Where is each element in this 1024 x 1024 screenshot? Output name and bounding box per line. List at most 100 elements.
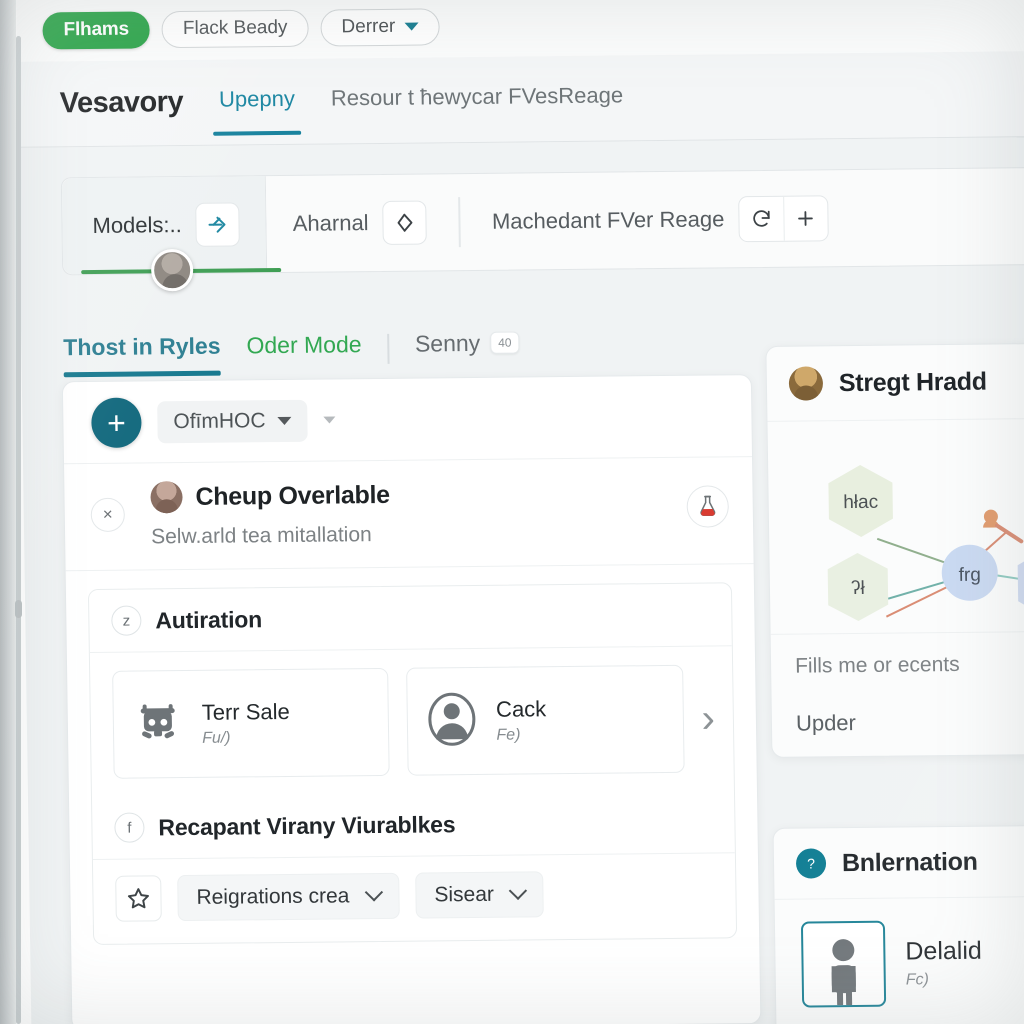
nav-tab-label: Upepny xyxy=(218,85,296,112)
section-badge: z xyxy=(111,605,142,636)
add-button[interactable]: + xyxy=(91,396,142,448)
nav-tab-upepny[interactable]: Upepny xyxy=(219,85,295,118)
segment-aharnal[interactable]: Aharnal xyxy=(266,174,453,272)
tab-label: Thost in Ryles xyxy=(63,332,221,360)
section-header-autiration: z Autiration xyxy=(88,583,732,654)
app-window: Flhams Flack Beady Derrer Vesavory Upepn… xyxy=(0,0,1024,1024)
person-portrait-icon xyxy=(426,690,479,752)
page-title: Vesavory xyxy=(59,86,184,120)
panel-caption: Fills me or ecents xyxy=(770,630,1024,695)
tile-terr-sale[interactable]: Terr Sale Fu/) xyxy=(112,667,391,779)
tile-cack[interactable]: Cack Fe) xyxy=(406,664,685,776)
segmented-toolbar: Models:.. Aharnal Machedant FVer Reage xyxy=(60,166,1024,292)
nav-tab-label: Resour t ħewycar FVesReage xyxy=(330,81,624,110)
panel-title: Bnlernation xyxy=(841,847,978,877)
person-text: Delalid Fc) xyxy=(905,937,982,990)
svg-text:hłac: hłac xyxy=(843,492,878,513)
scrollbar-track[interactable] xyxy=(16,36,21,1024)
dropdown-label: Sisear xyxy=(434,882,495,907)
tile-text: Cack Fe) xyxy=(496,696,547,745)
refresh-icon[interactable] xyxy=(739,197,784,241)
toolbar-split-buttons xyxy=(738,195,829,243)
tab-label: Senny xyxy=(414,329,481,357)
model-select[interactable]: OfīmHOC xyxy=(157,399,308,443)
conversation-subtitle: Selw.arld tea mitallation xyxy=(150,523,372,549)
tab-divider xyxy=(387,333,390,364)
chevron-down-icon xyxy=(364,882,384,902)
primary-nav: Vesavory Upepny Resour t ħewycar FVesRea… xyxy=(17,50,1024,148)
dropdown-reigrations[interactable]: Reigrations crea xyxy=(177,872,400,922)
tab-label: Oder Mode xyxy=(246,330,362,358)
person-standing-icon xyxy=(800,920,887,1008)
right-panel-bnlernation: ? Bnlernation Delalid Fc) xyxy=(772,824,1024,1024)
tile-title: Terr Sale xyxy=(201,698,290,725)
toolbar-divider xyxy=(458,197,461,248)
conversation-title: Cheup Overlable xyxy=(195,480,390,511)
tile-row: Terr Sale Fu/) Cack Fe) › xyxy=(90,646,734,797)
chip-derrer[interactable]: Derrer xyxy=(320,7,440,47)
person-title: Delalid xyxy=(905,936,983,966)
segment-machedant[interactable]: Machedant FVer Reage xyxy=(465,170,855,270)
right-panel-stregt-hradd: Stregt Hradd hłac ʔł frɡ Fills me or ece… xyxy=(765,342,1024,758)
card-toolbar: + OfīmHOC xyxy=(62,375,753,465)
person-subtitle: Fc) xyxy=(905,971,930,989)
screenshot-stage: Flhams Flack Beady Derrer Vesavory Upepn… xyxy=(0,0,1024,1024)
avatar xyxy=(788,366,824,401)
model-select-value: OfīmHOC xyxy=(173,408,266,433)
flask-icon[interactable] xyxy=(686,485,730,528)
tile-title: Cack xyxy=(495,696,547,722)
robot-icon xyxy=(132,699,185,751)
details-panel: z Autiration Terr Sale Fu/) Cack Fe) › f… xyxy=(87,582,738,946)
person-item[interactable]: Delalid Fc) xyxy=(800,919,1024,1008)
tile-text: Terr Sale Fu/) xyxy=(202,699,291,748)
chip-flack-beady[interactable]: Flack Beady xyxy=(161,9,309,48)
nav-tab-resource[interactable]: Resour t ħewycar FVesReage xyxy=(331,82,624,117)
panel-header: ? Bnlernation xyxy=(773,825,1024,900)
chevron-down-icon xyxy=(404,22,419,31)
tile-subtitle: Fu/) xyxy=(201,729,231,747)
chevron-down-icon xyxy=(277,416,292,425)
plus-icon[interactable] xyxy=(783,196,828,241)
panel-caption-secondary: Upder xyxy=(795,710,857,736)
chevron-down-icon[interactable] xyxy=(323,416,336,424)
dropdown-label: Reigrations crea xyxy=(196,884,350,909)
avatar[interactable] xyxy=(150,248,194,292)
scrollbar-thumb[interactable] xyxy=(15,600,22,618)
window-left-edge xyxy=(0,0,16,1024)
chevron-down-icon xyxy=(509,881,528,900)
svg-text:frɡ: frɡ xyxy=(959,565,981,586)
dropdown-sisear[interactable]: Sisear xyxy=(415,871,545,919)
node-graph[interactable]: hłac ʔł frɡ сиам xyxy=(767,419,1024,634)
panel-header: Stregt Hradd xyxy=(766,343,1024,422)
share-arrow-icon[interactable] xyxy=(382,200,427,245)
section-header-variables: f Recapant Virany Viurablkes xyxy=(91,790,735,861)
segment-label: Aharnal xyxy=(292,210,369,236)
section-title: Autiration xyxy=(155,605,263,633)
tab-senny[interactable]: Senny 40 xyxy=(415,329,520,367)
star-icon[interactable] xyxy=(115,875,162,922)
segment-label: Models:.. xyxy=(92,212,182,238)
chip-flhams[interactable]: Flhams xyxy=(42,10,151,49)
conversation-title-line: Cheup Overlable xyxy=(150,475,726,514)
close-glyph: × xyxy=(102,504,113,524)
secondary-tabs: Thost in Ryles Oder Mode Senny 40 xyxy=(63,318,764,379)
chip-label: Flack Beady xyxy=(182,16,288,40)
status-badge: 40 xyxy=(490,331,520,354)
section-title: Recapant Virany Viurablkes xyxy=(158,810,456,840)
main-content-card: + OfīmHOC × Cheup Overlable Selw.arld te… xyxy=(61,374,762,1024)
help-icon: ? xyxy=(795,848,827,879)
svg-text:ʔł: ʔł xyxy=(851,578,866,599)
conversation-row: × Cheup Overlable Selw.arld tea mitallat… xyxy=(64,457,754,572)
plus-icon: + xyxy=(106,404,127,441)
section-badge: f xyxy=(114,812,145,843)
tab-oder-mode[interactable]: Oder Mode xyxy=(246,331,362,369)
send-icon[interactable] xyxy=(195,202,241,247)
panel-title: Stregt Hradd xyxy=(838,367,987,397)
variable-controls: Reigrations crea Sisear xyxy=(93,853,736,944)
segment-label: Machedant FVer Reage xyxy=(491,206,725,234)
tab-thost-in-ryles[interactable]: Thost in Ryles xyxy=(63,332,221,371)
chevron-right-icon[interactable]: › xyxy=(701,696,719,741)
segment-models[interactable]: Models:.. xyxy=(61,176,282,292)
chip-label: Flhams xyxy=(63,18,130,41)
close-icon[interactable]: × xyxy=(90,497,126,533)
